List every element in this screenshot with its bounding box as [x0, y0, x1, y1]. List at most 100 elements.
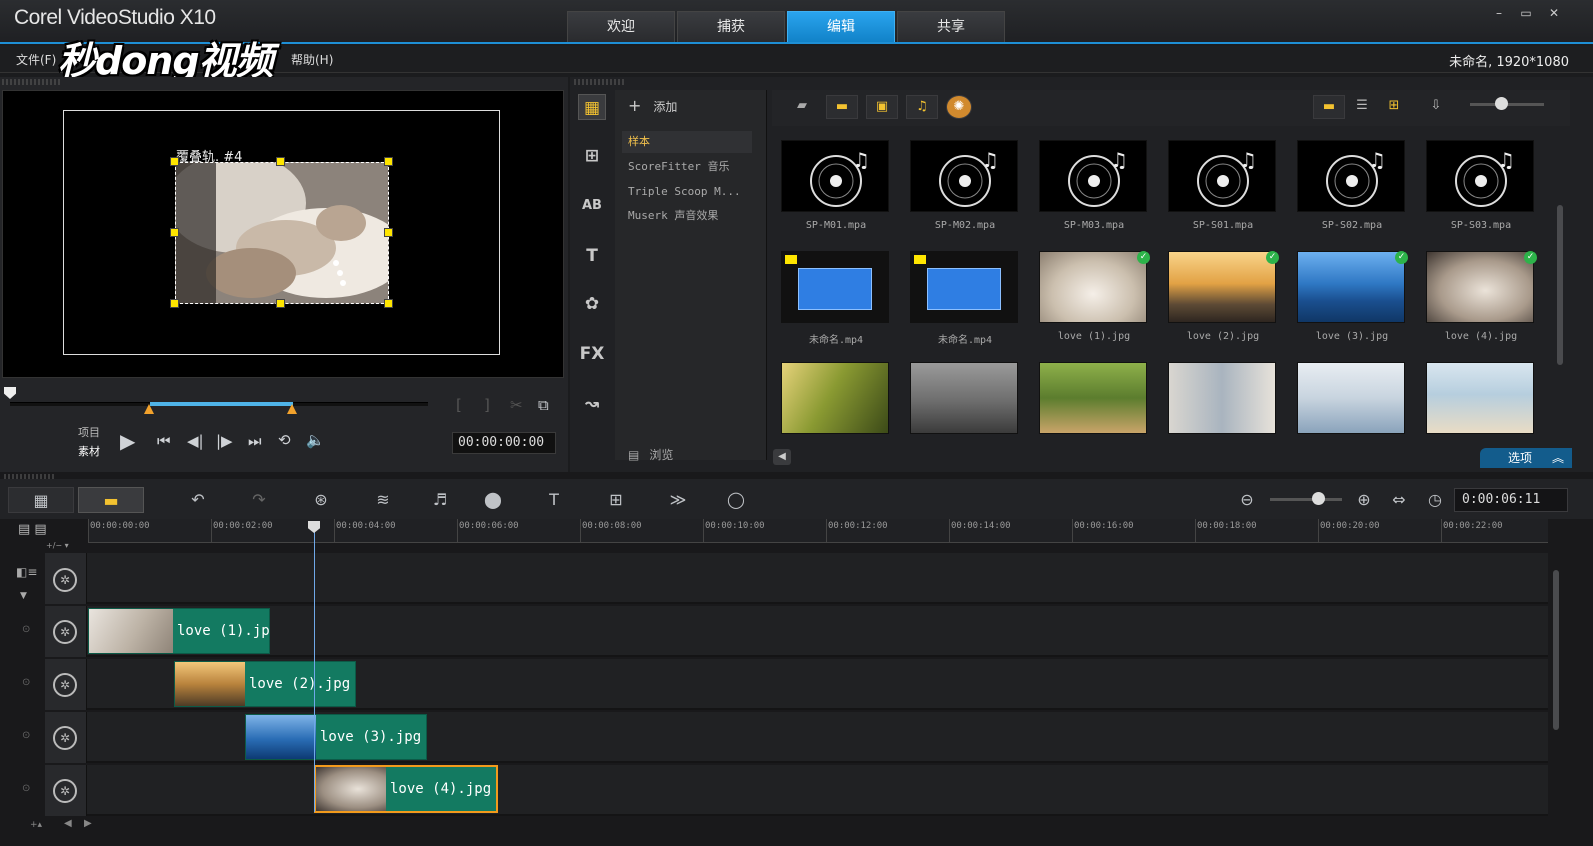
filter-icon[interactable]: FX: [578, 341, 606, 367]
zoom-in-icon[interactable]: ⊕: [1353, 487, 1375, 513]
next-frame-icon[interactable]: |▶: [216, 432, 233, 450]
previous-frame-icon[interactable]: ◀|: [187, 432, 204, 450]
trim-start-marker[interactable]: [144, 404, 154, 414]
resize-handle[interactable]: [276, 157, 285, 166]
timeline-clip[interactable]: love (2).jpg: [174, 661, 356, 707]
minimize-button[interactable]: –: [1490, 6, 1508, 20]
reel-icon[interactable]: ✲: [53, 673, 77, 697]
graphic-icon[interactable]: ✿: [578, 291, 606, 317]
resize-handle[interactable]: [276, 299, 285, 308]
show-photo-icon[interactable]: ▣: [866, 95, 898, 119]
media-thumbnail[interactable]: ✓ love (3).jpg: [1288, 239, 1418, 351]
zoom-knob[interactable]: [1312, 492, 1325, 505]
restore-button[interactable]: ▭: [1517, 6, 1535, 20]
time-remapping-icon[interactable]: ≫: [664, 487, 692, 513]
mark-out-icon[interactable]: ]: [484, 396, 490, 414]
add-track-icon[interactable]: +/− ▾: [46, 541, 69, 550]
reel-icon[interactable]: ✲: [53, 779, 77, 803]
lock-icon[interactable]: ⊙: [22, 730, 30, 741]
list-item-sample[interactable]: 样本: [622, 131, 752, 153]
menu-file[interactable]: 文件(F): [16, 51, 56, 68]
collapse-left-icon[interactable]: ◀: [773, 449, 791, 465]
tab-welcome[interactable]: 欢迎: [567, 11, 675, 42]
reel-icon[interactable]: ✲: [53, 620, 77, 644]
collapse-icon[interactable]: ▼: [20, 591, 27, 601]
resize-handle[interactable]: [384, 299, 393, 308]
mark-in-icon[interactable]: [: [456, 396, 462, 414]
reel-icon[interactable]: ✲: [53, 568, 77, 592]
zoom-out-icon[interactable]: ⊖: [1236, 487, 1258, 513]
lock-icon[interactable]: ⊙: [22, 624, 30, 635]
scissors-icon[interactable]: ✂: [510, 396, 523, 414]
enlarge-icon[interactable]: ⧉: [538, 396, 549, 414]
resize-handle[interactable]: [170, 228, 179, 237]
redo-icon[interactable]: ↷: [247, 487, 271, 513]
motion-tracking-icon[interactable]: ⬤: [478, 487, 508, 513]
preview-timecode[interactable]: 00:00:00:00: [452, 432, 556, 454]
sound-mixer-icon[interactable]: ≋: [370, 487, 396, 513]
tab-edit[interactable]: 编辑: [787, 11, 895, 42]
scroll-right-icon[interactable]: ▶: [84, 818, 92, 829]
resize-handle[interactable]: [170, 299, 179, 308]
show-video-icon[interactable]: ▬: [826, 95, 858, 119]
media-thumbnail[interactable]: ♫ SP-M03.mpa: [1030, 128, 1160, 240]
show-audio-icon[interactable]: ♫: [906, 95, 938, 119]
add-folder-button[interactable]: + 添加: [628, 96, 677, 115]
timeline-view-icon[interactable]: ▬: [78, 487, 144, 513]
thumb-size-knob[interactable]: [1495, 97, 1508, 110]
fit-project-icon[interactable]: ⇔: [1388, 487, 1410, 513]
media-thumbnail[interactable]: [772, 350, 902, 462]
lock-icon[interactable]: ⊙: [22, 677, 30, 688]
thumbnail-view-icon[interactable]: ⊞: [1378, 95, 1410, 119]
zoom-reset-icon[interactable]: +▴: [30, 820, 42, 830]
media-thumbnail[interactable]: ♫ SP-S03.mpa: [1417, 128, 1547, 240]
media-thumbnail[interactable]: ✓ love (1).jpg: [1030, 239, 1160, 351]
transition-icon[interactable]: AB: [578, 193, 606, 219]
play-icon[interactable]: ▶: [120, 429, 135, 453]
title-icon[interactable]: T: [578, 243, 606, 269]
list-view-icon[interactable]: ☰: [1346, 95, 1378, 119]
media-thumbnail[interactable]: ♫ SP-M01.mpa: [772, 128, 902, 240]
multi-camera-icon[interactable]: ⊞: [602, 487, 630, 513]
timeline-clip[interactable]: love (3).jpg: [245, 714, 427, 760]
media-thumbnail[interactable]: ♫ SP-S02.mpa: [1288, 128, 1418, 240]
list-view-large-icon[interactable]: ▬: [1313, 95, 1345, 119]
media-thumbnail[interactable]: 未命名.mp4: [772, 239, 902, 351]
home-icon[interactable]: ⏮: [157, 432, 171, 450]
media-thumbnail[interactable]: 未命名.mp4: [901, 239, 1031, 351]
options-button[interactable]: 选项 ︽: [1480, 448, 1572, 468]
storyboard-view-icon[interactable]: ▦: [8, 487, 74, 513]
media-thumbnail[interactable]: [1159, 350, 1289, 462]
library-scrollbar[interactable]: [1557, 205, 1563, 365]
track-visibility-icon[interactable]: ◧≡: [16, 565, 37, 579]
path-icon[interactable]: ↝: [578, 391, 606, 417]
resize-handle[interactable]: [170, 157, 179, 166]
mask-creator-icon[interactable]: ◯: [722, 487, 750, 513]
media-thumbnail[interactable]: ✓ love (2).jpg: [1159, 239, 1289, 351]
scroll-left-icon[interactable]: ◀: [64, 818, 72, 829]
browse-button[interactable]: ▤ 浏览: [628, 446, 673, 463]
sort-filter-icon[interactable]: ✺: [946, 95, 972, 119]
sort-icon[interactable]: ⇩: [1420, 95, 1452, 119]
media-icon[interactable]: ▦: [578, 94, 606, 120]
resize-handle[interactable]: [384, 228, 393, 237]
media-thumbnail[interactable]: [1417, 350, 1547, 462]
list-item-muserk[interactable]: Muserk 声音效果: [622, 205, 752, 227]
auto-music-icon[interactable]: ♬: [427, 487, 453, 513]
close-button[interactable]: ✕: [1545, 6, 1563, 20]
media-thumbnail[interactable]: ✓ love (4).jpg: [1417, 239, 1547, 351]
media-thumbnail[interactable]: ♫ SP-M02.mpa: [901, 128, 1031, 240]
menu-help[interactable]: 帮助(H): [291, 51, 333, 68]
media-thumbnail[interactable]: [1030, 350, 1160, 462]
reel-icon[interactable]: ✲: [53, 726, 77, 750]
volume-icon[interactable]: 🔈: [306, 431, 325, 449]
timeline-clip-selected[interactable]: love (4).jpg: [314, 765, 498, 813]
subtitle-editor-icon[interactable]: T: [540, 487, 568, 513]
timeline-scrollbar[interactable]: [1553, 570, 1559, 730]
media-thumbnail[interactable]: [1288, 350, 1418, 462]
record-capture-icon[interactable]: ⊛: [308, 487, 334, 513]
timeline-ruler[interactable]: 00:00:00:00 00:00:02:00 00:00:04:00 00:00:0…: [88, 519, 1548, 543]
panel-grip[interactable]: [574, 79, 624, 85]
timeline-clip[interactable]: love (1).jpg: [88, 608, 270, 654]
trim-end-marker[interactable]: [287, 404, 297, 414]
